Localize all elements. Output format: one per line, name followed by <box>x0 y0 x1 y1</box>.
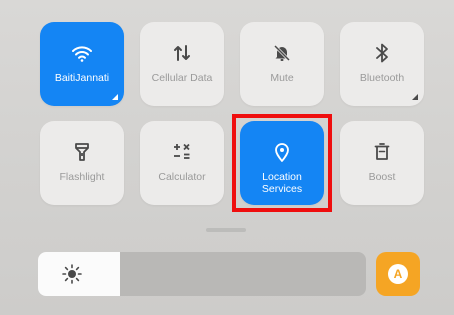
wifi-icon <box>62 42 102 64</box>
auto-brightness-icon: A <box>388 264 408 284</box>
bluetooth-icon <box>362 42 402 64</box>
drag-handle[interactable] <box>206 228 246 232</box>
brightness-slider[interactable] <box>38 252 366 296</box>
auto-brightness-button[interactable]: A <box>376 252 420 296</box>
cellular-data-icon <box>162 42 202 64</box>
cellular-data-label: Cellular Data <box>151 72 213 84</box>
expand-corner-icon <box>112 94 118 100</box>
flashlight-toggle[interactable]: Flashlight <box>40 121 124 205</box>
calculator-label: Calculator <box>158 171 206 183</box>
control-center: BaitiJannati Cellular Data Mute Bluetoot… <box>0 0 454 315</box>
boost-label: Boost <box>368 171 396 183</box>
wifi-label: BaitiJannati <box>54 72 110 84</box>
mute-toggle[interactable]: Mute <box>240 22 324 106</box>
sun-icon <box>62 264 82 284</box>
flashlight-label: Flashlight <box>59 171 105 183</box>
cellular-data-toggle[interactable]: Cellular Data <box>140 22 224 106</box>
bluetooth-toggle[interactable]: Bluetooth <box>340 22 424 106</box>
boost-button[interactable]: Boost <box>340 121 424 205</box>
flashlight-icon <box>62 141 102 163</box>
bluetooth-label: Bluetooth <box>359 72 405 84</box>
selection-highlight <box>232 114 332 212</box>
trash-icon <box>362 141 402 163</box>
wifi-toggle[interactable]: BaitiJannati <box>40 22 124 106</box>
bell-off-icon <box>262 42 302 64</box>
calculator-button[interactable]: Calculator <box>140 121 224 205</box>
mute-label: Mute <box>270 72 294 84</box>
expand-corner-icon <box>412 94 418 100</box>
calculator-icon <box>162 141 202 163</box>
